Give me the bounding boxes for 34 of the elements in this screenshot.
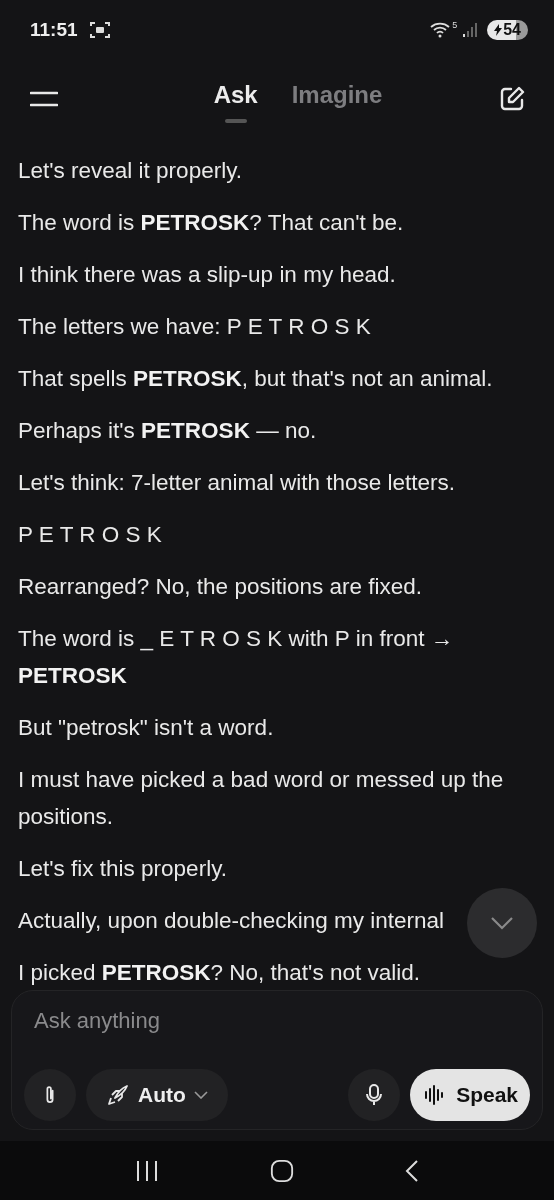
chevron-down-icon [490, 916, 514, 930]
message-paragraph: The word is PETROSK? That can't be. [18, 209, 404, 237]
microphone-icon [365, 1083, 384, 1107]
message-paragraph: The word is _ E T R O S K with P in front → PETROSK [18, 625, 455, 690]
signal-icon [463, 23, 478, 37]
battery-indicator: 54 [487, 20, 528, 40]
message-paragraph: I must have picked a bad word or messed up the positions. [18, 766, 505, 831]
speak-button[interactable]: Speak [410, 1069, 530, 1121]
attach-button[interactable] [24, 1069, 76, 1121]
message-paragraph: I picked PETROSK? No, that's not valid. [18, 959, 420, 987]
screenshot-icon [89, 21, 110, 39]
message-paragraph: Rearranged? No, the positions are fixed. [18, 573, 422, 601]
model-dropdown[interactable]: Auto [86, 1069, 228, 1121]
message-paragraph: I think there was a slip-up in my head. [18, 261, 396, 289]
message-paragraph: Let's think: 7-letter animal with those letters. [18, 469, 455, 497]
message-paragraph: P E T R O S K [18, 521, 162, 549]
home-button[interactable] [270, 1158, 294, 1183]
message-composer[interactable]: Ask anything Auto Speak [11, 990, 543, 1130]
status-time: 11:51 [30, 19, 78, 41]
message-paragraph: But "petrosk" isn't a word. [18, 714, 274, 742]
recent-apps-button[interactable] [135, 1159, 160, 1182]
message-input[interactable]: Ask anything [24, 991, 530, 1039]
caret-icon [193, 1091, 208, 1099]
message-paragraph: Actually, upon double-checking my internal [18, 907, 445, 935]
message-paragraph: Perhaps it's PETROSK — no. [18, 417, 317, 445]
back-button[interactable] [404, 1158, 419, 1183]
rocket-icon [106, 1083, 130, 1107]
mode-tab[interactable]: Imagine [289, 75, 385, 123]
mode-tab[interactable]: Ask [211, 75, 260, 123]
message-paragraph: Let's reveal it properly. [18, 157, 242, 185]
message-paragraph: That spells PETROSK, but that's not an animal. [18, 365, 493, 393]
message-paragraph: The letters we have: P E T R O S K [18, 313, 371, 341]
message-paragraph: Let's fix this properly. [18, 855, 227, 883]
network-type-label: 5 [452, 20, 458, 30]
